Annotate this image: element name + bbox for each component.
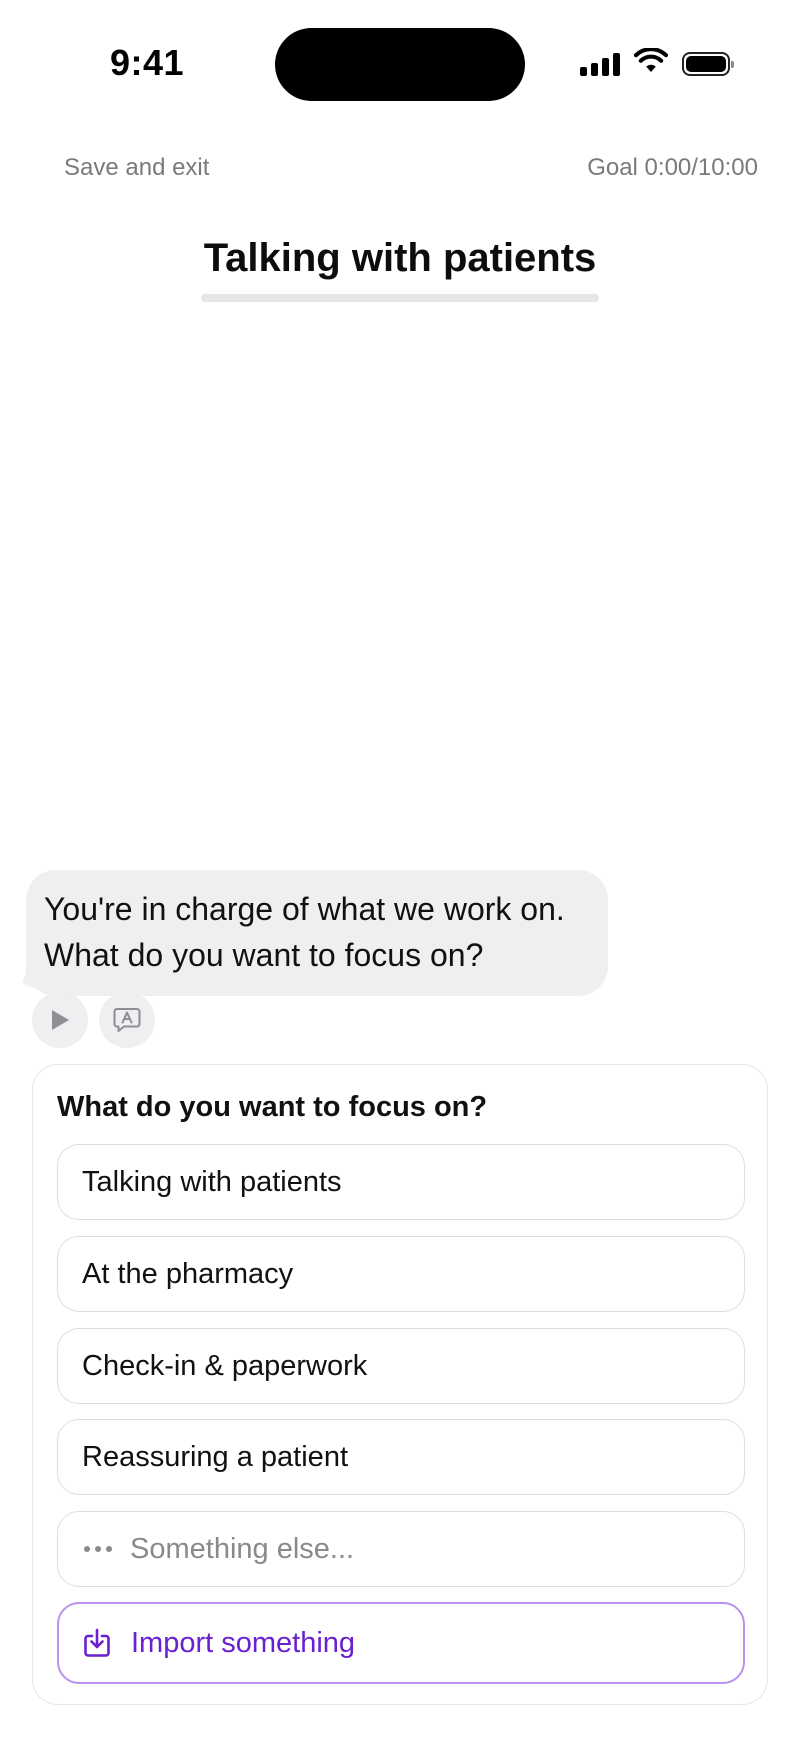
option-check-in-paperwork[interactable]: Check-in & paperwork bbox=[57, 1328, 745, 1404]
focus-question: What do you want to focus on? bbox=[57, 1091, 488, 1123]
lesson-progress-bar bbox=[201, 294, 599, 302]
translate-button[interactable] bbox=[99, 992, 155, 1048]
translate-icon bbox=[113, 1008, 141, 1032]
page-title: Talking with patients bbox=[203, 236, 597, 280]
wifi-icon bbox=[634, 47, 668, 79]
option-at-the-pharmacy[interactable]: At the pharmacy bbox=[57, 1236, 745, 1312]
import-something-button[interactable]: Import something bbox=[57, 1602, 745, 1684]
option-label: Check-in & paperwork bbox=[82, 1349, 368, 1382]
message-line: You're in charge of what we work on. bbox=[44, 891, 565, 927]
focus-options-card: What do you want to focus on? Talking wi… bbox=[32, 1064, 768, 1705]
option-label: At the pharmacy bbox=[82, 1257, 294, 1290]
message-line: What do you want to focus on? bbox=[44, 937, 484, 973]
assistant-message-bubble: You're in charge of what we work on. Wha… bbox=[26, 870, 608, 996]
dynamic-island bbox=[275, 28, 525, 101]
goal-timer: Goal 0:00/10:00 bbox=[587, 154, 758, 181]
option-reassuring-a-patient[interactable]: Reassuring a patient bbox=[57, 1419, 745, 1495]
dots-icon bbox=[84, 1546, 112, 1552]
something-else-placeholder: Something else... bbox=[130, 1532, 355, 1565]
status-bar: 9:41 bbox=[0, 0, 800, 120]
import-icon bbox=[83, 1628, 111, 1658]
import-label: Import something bbox=[131, 1626, 356, 1659]
option-label: Talking with patients bbox=[82, 1165, 342, 1198]
status-time: 9:41 bbox=[110, 42, 185, 83]
status-icons bbox=[580, 47, 734, 79]
battery-icon bbox=[682, 51, 734, 76]
save-and-exit-button[interactable]: Save and exit bbox=[64, 154, 209, 182]
play-icon bbox=[52, 1010, 69, 1030]
option-talking-with-patients[interactable]: Talking with patients bbox=[57, 1144, 745, 1220]
play-audio-button[interactable] bbox=[32, 992, 88, 1048]
option-label: Reassuring a patient bbox=[82, 1440, 348, 1473]
something-else-input[interactable]: Something else... bbox=[57, 1511, 745, 1587]
cellular-signal-icon bbox=[580, 52, 620, 76]
